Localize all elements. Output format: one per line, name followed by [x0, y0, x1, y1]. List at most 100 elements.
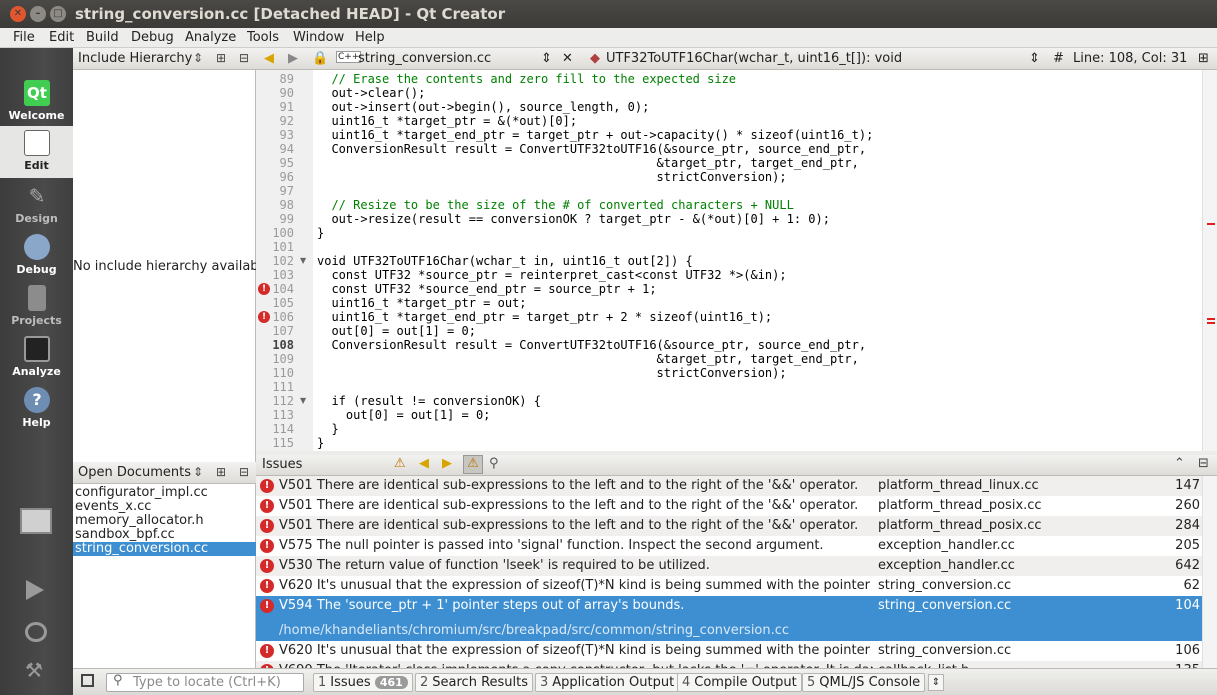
- open-documents-title[interactable]: Open Documents: [78, 465, 191, 480]
- tab-issues[interactable]: 1 Issues 461: [313, 673, 413, 692]
- mode-debug[interactable]: Debug: [0, 230, 73, 280]
- issue-row[interactable]: ! V620 It's unusual that the expression o…: [256, 641, 1202, 661]
- issue-row[interactable]: ! V501 There are identical sub-expression…: [256, 476, 1202, 496]
- tab-compile-output[interactable]: 4 Compile Output: [677, 673, 802, 692]
- previous-issue-icon[interactable]: ◀: [419, 456, 429, 471]
- issue-row[interactable]: ! V501 There are identical sub-expression…: [256, 496, 1202, 516]
- file-selector-arrows-icon[interactable]: ⇕: [541, 51, 552, 66]
- issue-line: 147: [1175, 478, 1200, 493]
- close-window-icon[interactable]: ✕: [10, 6, 26, 22]
- filter-icon[interactable]: ⚲: [489, 456, 499, 471]
- maximize-window-icon[interactable]: □: [50, 6, 66, 22]
- menu-bar: File Edit Build Debug Analyze Tools Wind…: [0, 28, 1217, 48]
- search-icon: ⚲: [113, 673, 123, 688]
- close-pane-icon[interactable]: ⊟: [1198, 456, 1209, 471]
- include-hierarchy-title[interactable]: Include Hierarchy: [78, 51, 192, 66]
- issues-scrollbar[interactable]: [1202, 476, 1217, 668]
- mode-projects[interactable]: Projects: [0, 281, 73, 331]
- kit-selector-monitor-icon[interactable]: [20, 508, 52, 534]
- mode-label: Welcome: [8, 109, 65, 122]
- clean-issues-icon[interactable]: ⚠: [394, 456, 406, 471]
- open-document-item[interactable]: events_x.cc: [73, 500, 256, 514]
- error-icon[interactable]: !: [258, 311, 270, 323]
- split-pane-icon[interactable]: ⊞: [216, 51, 226, 65]
- line-number: 98: [279, 198, 294, 212]
- toggle-sidebar-icon[interactable]: [81, 674, 94, 687]
- mode-design[interactable]: ✎ Design: [0, 179, 73, 229]
- function-selector-arrows-icon[interactable]: ⇕: [1029, 51, 1040, 66]
- issue-row-selected[interactable]: ! V594 The 'source_ptr + 1' pointer steps…: [256, 596, 1202, 641]
- locator-input[interactable]: Type to locate (Ctrl+K): [106, 673, 304, 692]
- more-tabs-arrows-icon[interactable]: ⇕: [928, 674, 944, 691]
- issue-path: /home/khandeliants/chromium/src/breakpad…: [279, 623, 790, 638]
- run-icon[interactable]: [26, 580, 44, 600]
- open-document-item[interactable]: sandbox_bpf.cc: [73, 528, 256, 542]
- line-number: 103: [272, 268, 294, 282]
- view-selector-icon[interactable]: ⇕: [193, 465, 203, 479]
- tab-qml-js-console[interactable]: 5 QML/JS Console: [802, 673, 926, 692]
- mode-help[interactable]: ? Help: [0, 383, 73, 433]
- error-marker: [1207, 223, 1215, 225]
- line-number: 95: [279, 156, 294, 170]
- title-bar: ✕ – □ string_conversion.cc [Detached HEA…: [0, 0, 1217, 28]
- qt-logo-icon: Qt: [24, 80, 50, 106]
- mode-analyze[interactable]: Analyze: [0, 332, 73, 382]
- line-number: 110: [272, 366, 294, 380]
- debug-run-icon[interactable]: [25, 622, 47, 642]
- forward-arrow-icon[interactable]: ▶: [288, 51, 298, 66]
- mode-welcome[interactable]: Qt Welcome: [0, 76, 73, 126]
- menu-file[interactable]: File: [13, 30, 35, 45]
- fold-toggle-icon[interactable]: ▼: [300, 256, 306, 265]
- issue-row[interactable]: ! V575 The null pointer is passed into 's…: [256, 536, 1202, 556]
- issue-file: string_conversion.cc: [878, 578, 1012, 593]
- code-editor[interactable]: 89 90 91 92 93 94 95 96 97 98 99 100 101 102 ▼ 103 104! 1…: [256, 70, 1217, 451]
- tab-search-results[interactable]: 2 Search Results: [415, 673, 534, 692]
- close-pane-icon[interactable]: ⊟: [239, 51, 249, 65]
- minimize-window-icon[interactable]: –: [30, 6, 46, 22]
- back-arrow-icon[interactable]: ◀: [264, 51, 274, 66]
- issue-row[interactable]: ! V530 The return value of function 'lsee…: [256, 556, 1202, 576]
- open-document-item-selected[interactable]: string_conversion.cc: [73, 542, 256, 556]
- split-pane-icon[interactable]: ⊞: [216, 465, 226, 479]
- mode-edit[interactable]: Edit: [0, 126, 73, 178]
- open-documents-header: Open Documents ⇕ ⊞ ⊟: [73, 462, 256, 484]
- code-line: if (result != conversionOK) {: [317, 394, 541, 408]
- tab-label: Search Results: [432, 675, 529, 690]
- function-selector[interactable]: UTF32ToUTF16Char(wchar_t, uint16_t[]): v…: [606, 51, 902, 66]
- maximize-pane-icon[interactable]: ⌃: [1174, 456, 1185, 471]
- menu-window[interactable]: Window: [293, 30, 344, 45]
- menu-build[interactable]: Build: [86, 30, 119, 45]
- menu-analyze[interactable]: Analyze: [185, 30, 236, 45]
- show-warnings-icon[interactable]: ⚠: [463, 455, 483, 474]
- current-file-selector[interactable]: string_conversion.cc: [358, 51, 491, 66]
- line-number: 96: [279, 170, 294, 184]
- issue-file: platform_thread_posix.cc: [878, 518, 1042, 533]
- open-document-item[interactable]: memory_allocator.h: [73, 514, 256, 528]
- mode-label: Edit: [24, 159, 49, 172]
- issue-row[interactable]: ! V501 There are identical sub-expression…: [256, 516, 1202, 536]
- menu-tools[interactable]: Tools: [247, 30, 279, 45]
- issue-line: 642: [1175, 558, 1200, 573]
- issue-file: exception_handler.cc: [878, 558, 1015, 573]
- editor-scrollbar[interactable]: [1202, 70, 1217, 451]
- code-line: out->insert(out->begin(), source_length,…: [317, 100, 650, 114]
- close-pane-icon[interactable]: ⊟: [239, 465, 249, 479]
- fold-toggle-icon[interactable]: ▼: [300, 396, 306, 405]
- tab-application-output[interactable]: 3 Application Output: [535, 673, 680, 692]
- build-hammer-icon[interactable]: ⚒: [25, 660, 47, 680]
- open-document-item[interactable]: configurator_impl.cc: [73, 486, 256, 500]
- menu-help[interactable]: Help: [355, 30, 385, 45]
- close-file-icon[interactable]: ✕: [562, 51, 573, 66]
- issue-row[interactable]: !V690 The 'Iterator' class implements a …: [256, 661, 1202, 668]
- include-hierarchy-body: No include hierarchy available: [73, 70, 270, 462]
- view-selector-icon[interactable]: ⇕: [193, 51, 203, 65]
- split-editor-icon[interactable]: ⊞: [1198, 51, 1209, 66]
- next-issue-icon[interactable]: ▶: [442, 456, 452, 471]
- issue-row[interactable]: ! V620 It's unusual that the expression o…: [256, 576, 1202, 596]
- tab-label: QML/JS Console: [819, 675, 921, 690]
- cursor-position[interactable]: Line: 108, Col: 31: [1073, 51, 1187, 66]
- menu-debug[interactable]: Debug: [131, 30, 174, 45]
- line-number: 107: [272, 324, 294, 338]
- menu-edit[interactable]: Edit: [49, 30, 74, 45]
- error-icon[interactable]: !: [258, 283, 270, 295]
